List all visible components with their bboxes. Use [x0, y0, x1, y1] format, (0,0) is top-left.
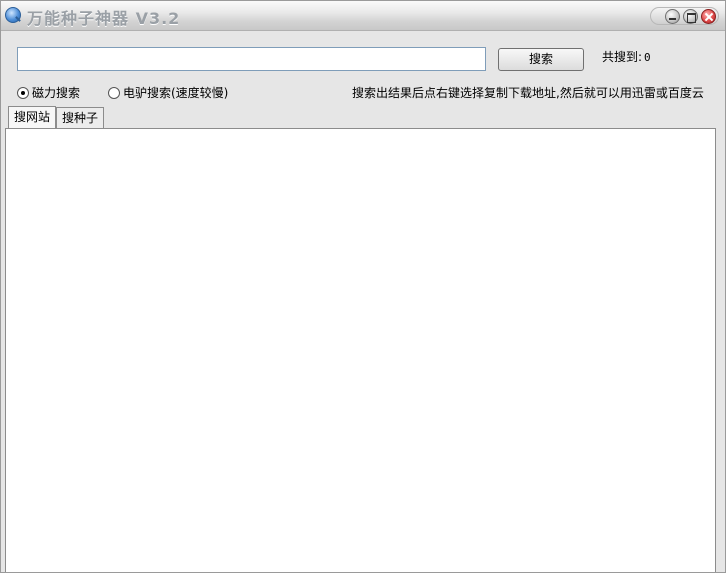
window-controls — [650, 7, 719, 25]
radio-magnet-label: 磁力搜索 — [32, 86, 81, 100]
magnifier-icon — [5, 7, 21, 23]
maximize-icon[interactable] — [683, 8, 698, 24]
search-input[interactable] — [17, 47, 486, 71]
tab-search-torrents[interactable]: 搜种子 — [56, 107, 105, 129]
radio-emule-label: 电驴搜索(速度较慢) — [123, 86, 229, 100]
tab-search-websites[interactable]: 搜网站 — [8, 106, 57, 129]
results-panel[interactable] — [5, 128, 716, 572]
result-count-label: 共搜到: — [602, 50, 643, 64]
result-count-value: 0 — [644, 51, 651, 64]
search-button[interactable]: 搜索 — [498, 48, 584, 71]
radio-button-unchecked[interactable] — [108, 86, 120, 99]
window-title: 万能种子神器 V3.2 — [27, 9, 181, 28]
close-icon[interactable] — [701, 8, 716, 24]
title-bar[interactable]: 万能种子神器 V3.2 — [1, 1, 725, 31]
result-count: 共搜到: 0 — [602, 48, 651, 65]
minimize-icon[interactable] — [665, 8, 680, 24]
radio-magnet-search[interactable]: 磁力搜索 — [17, 84, 80, 101]
radio-emule-search[interactable]: 电驴搜索(速度较慢) — [108, 84, 228, 101]
usage-hint: 搜索出结果后点右键选择复制下载地址,然后就可以用迅雷或百度云 — [352, 86, 704, 100]
radio-button-checked[interactable] — [17, 86, 29, 99]
app-window: 万能种子神器 V3.2 搜索 共搜到: 0 磁力搜索 电驴搜索(速度较慢) 搜索出… — [0, 0, 726, 573]
